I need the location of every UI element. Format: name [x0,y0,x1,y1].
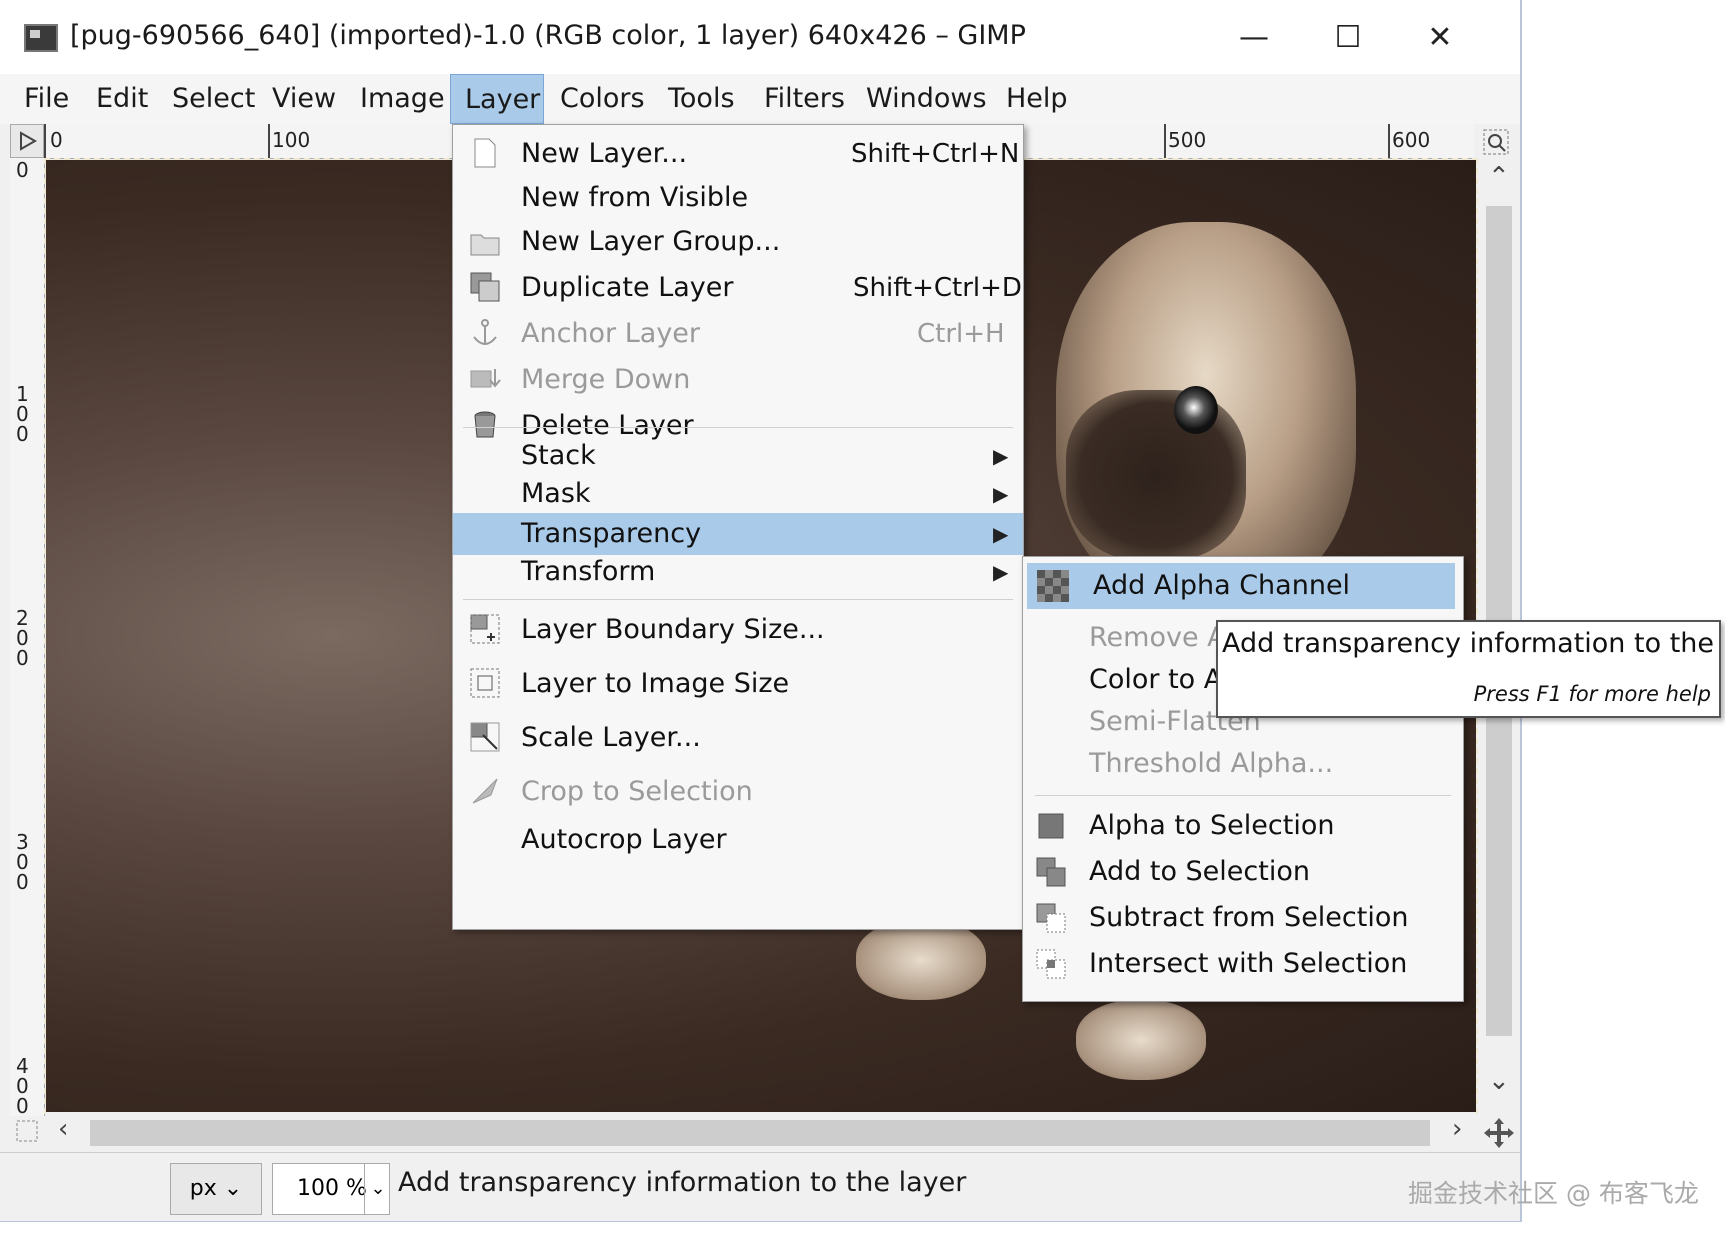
folder-icon [469,227,501,259]
chevron-down-icon: ⌄ [216,1176,243,1201]
ruler-label: 300 [16,830,29,894]
menu-item-crop-to-selection[interactable]: Crop to Selection [453,771,1023,813]
menu-item-new-layer[interactable]: New Layer... Shift+Ctrl+N [453,133,1023,175]
gimp-app-icon [24,24,58,52]
crop-icon [469,775,501,807]
menu-item-new-layer-group[interactable]: New Layer Group... [453,221,1023,263]
navigate-icon[interactable] [1482,1116,1516,1150]
menu-item-scale-layer[interactable]: Scale Layer... [453,717,1023,759]
anchor-icon [469,317,501,349]
menu-colors[interactable]: Colors [546,74,659,124]
menu-help[interactable]: Help [992,74,1082,124]
menu-separator [1035,795,1451,796]
status-bar: px ⌄ 100 % ⌄ Add transparency informatio… [0,1152,1520,1221]
menu-separator [463,599,1013,600]
menu-item-transform[interactable]: Transform ▶ [453,551,1023,593]
menu-item-add-to-selection[interactable]: Add to Selection [1023,851,1463,893]
tooltip-text: Add transparency information to the laye… [1222,628,1725,659]
menu-item-layer-to-image-size[interactable]: Layer to Image Size [453,663,1023,705]
new-layer-icon [469,137,501,169]
menu-tools[interactable]: Tools [654,74,749,124]
close-button[interactable]: ✕ [1410,14,1470,62]
ruler-label: 0 [16,158,29,182]
menu-item-merge-down[interactable]: Merge Down [453,359,1023,401]
intersect-selection-icon [1035,948,1067,980]
menu-windows[interactable]: Windows [852,74,1001,124]
ruler-label: 600 [1392,128,1431,152]
tooltip: Add transparency information to the laye… [1216,620,1725,718]
menu-item-anchor-layer[interactable]: Anchor Layer Ctrl+H [453,313,1023,355]
menu-item-duplicate-layer[interactable]: Duplicate Layer Shift+Ctrl+D [453,267,1023,309]
window-title: [pug-690566_640] (imported)-1.0 (RGB col… [70,20,1026,51]
status-message: Add transparency information to the laye… [398,1167,967,1198]
submenu-arrow-icon: ▶ [993,444,1009,468]
layer-to-image-icon [469,667,501,699]
ruler-label: 400 [16,1054,29,1118]
menu-item-subtract-from-selection[interactable]: Subtract from Selection [1023,897,1463,939]
scroll-up-icon[interactable]: ⌃ [1488,162,1510,192]
tooltip-help-hint: Press F1 for more help [1473,682,1711,706]
unit-selector[interactable]: px ⌄ [170,1163,262,1215]
menu-separator [463,427,1013,428]
quick-mask-icon[interactable] [14,1118,40,1144]
ruler-label: 0 [50,128,63,152]
scroll-down-icon[interactable]: ⌄ [1488,1066,1510,1096]
add-selection-icon [1035,856,1067,888]
menu-image[interactable]: Image [346,74,459,124]
merge-down-icon [469,363,501,395]
menu-item-autocrop-layer[interactable]: Autocrop Layer [453,819,1023,861]
menu-item-new-from-visible[interactable]: New from Visible [453,177,1023,219]
minimize-button[interactable]: — [1224,14,1284,62]
menu-item-threshold-alpha[interactable]: Threshold Alpha... [1023,743,1463,785]
menu-item-mask[interactable]: Mask ▶ [453,473,1023,515]
menu-item-alpha-to-selection[interactable]: Alpha to Selection [1023,805,1463,847]
scroll-right-icon[interactable]: › [1452,1114,1462,1144]
horizontal-scrollbar[interactable]: ‹ › [46,1112,1476,1152]
ruler-label: 100 [272,128,311,152]
submenu-arrow-icon: ▶ [993,522,1009,546]
watermark: 掘金技术社区 @ 布客飞龙 [1408,1179,1699,1208]
play-icon [20,131,38,151]
layer-menu: New Layer... Shift+Ctrl+N New from Visib… [452,124,1024,930]
ruler-corner-button[interactable] [10,124,44,158]
boundary-size-icon [469,613,501,645]
menu-edit[interactable]: Edit [82,74,162,124]
menu-view[interactable]: View [258,74,350,124]
menu-layer[interactable]: Layer [450,74,544,124]
checker-icon [1037,570,1069,602]
horizontal-scroll-thumb[interactable] [90,1120,1430,1146]
vertical-ruler[interactable]: 0 100 200 300 400 [10,158,45,1116]
menu-file[interactable]: File [10,74,83,124]
title-bar: [pug-690566_640] (imported)-1.0 (RGB col… [0,0,1520,74]
unit-value: px [189,1176,217,1201]
zoom-dropdown-chevron-icon[interactable]: ⌄ [364,1163,391,1215]
alpha-selection-icon [1035,810,1067,842]
menu-item-add-alpha-channel[interactable]: Add Alpha Channel [1027,563,1455,609]
menu-item-transparency[interactable]: Transparency ▶ [453,513,1023,555]
ruler-label: 500 [1168,128,1207,152]
scroll-left-icon[interactable]: ‹ [58,1114,68,1144]
submenu-arrow-icon: ▶ [993,560,1009,584]
menu-filters[interactable]: Filters [750,74,859,124]
ruler-label: 100 [16,382,29,446]
maximize-button[interactable]: ☐ [1318,14,1378,62]
subtract-selection-icon [1035,902,1067,934]
menu-item-stack[interactable]: Stack ▶ [453,435,1023,477]
menu-select[interactable]: Select [158,74,269,124]
submenu-arrow-icon: ▶ [993,482,1009,506]
duplicate-icon [469,271,501,303]
menu-item-layer-boundary-size[interactable]: Layer Boundary Size... [453,609,1023,651]
menu-bar: File Edit Select View Image Layer Colors… [0,74,1520,124]
zoom-fit-icon[interactable] [1482,128,1510,156]
scale-icon [469,721,501,753]
ruler-label: 200 [16,606,29,670]
menu-item-intersect-with-selection[interactable]: Intersect with Selection [1023,943,1463,985]
